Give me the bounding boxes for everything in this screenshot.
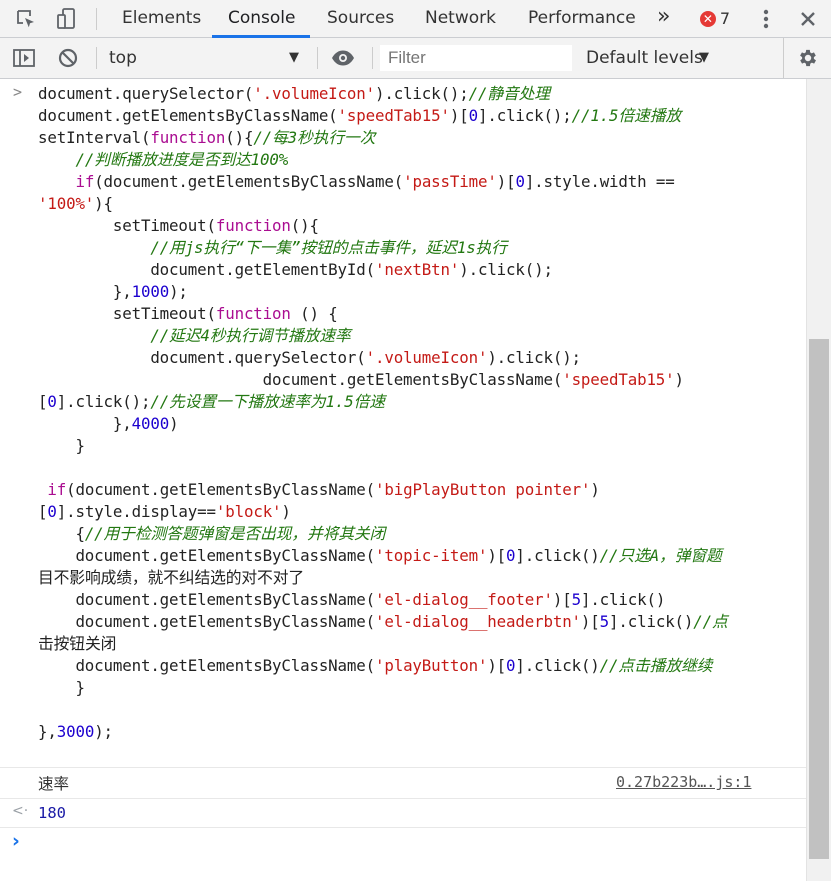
code-line: document.querySelector('.volumeIcon').cl… (38, 84, 550, 103)
tab-network[interactable]: Network (425, 0, 496, 37)
clear-console-icon[interactable] (54, 38, 82, 78)
filter-input[interactable] (380, 45, 572, 71)
tab-elements[interactable]: Elements (122, 0, 201, 37)
code-line: document.getElementsByClassName('speedTa… (38, 370, 684, 389)
log-message: 速率 (38, 775, 70, 793)
more-options-icon[interactable] (752, 0, 780, 37)
error-icon: ✕ (699, 10, 716, 27)
code-line: //用js执行“下一集”按钮的点击事件，延迟1s执行 (150, 238, 507, 257)
device-toolbar-icon[interactable] (50, 0, 82, 37)
tab-sources[interactable]: Sources (327, 0, 394, 37)
code-line: } (38, 678, 85, 697)
log-source-link[interactable]: 0.27b223b….js:1 (616, 773, 751, 791)
chevron-down-icon: ▼ (699, 50, 709, 65)
code-line: document.getElementsByClassName('topic-i… (38, 546, 722, 565)
code-line: 击按钮关闭 (38, 634, 117, 653)
console-prompt-row[interactable]: › (0, 828, 806, 858)
code-line: {//用于检测答题弹窗是否出现，并将其关闭 (38, 524, 386, 543)
inspect-element-icon[interactable] (10, 0, 42, 37)
console-settings-gear-icon[interactable] (794, 38, 822, 78)
code-input-entry[interactable]: document.querySelector('.volumeIcon').cl… (38, 83, 728, 743)
code-line: '100%'){ (38, 194, 113, 213)
tab-performance[interactable]: Performance (528, 0, 636, 37)
show-sidebar-icon[interactable] (10, 38, 38, 78)
code-line: document.getElementsByClassName('el-dial… (38, 612, 728, 631)
devtools-tab-bar: Elements Console Sources Network Perform… (0, 0, 831, 38)
live-expression-eye-icon[interactable] (328, 38, 358, 78)
console-scrollbar[interactable] (806, 79, 831, 881)
code-line: document.getElementsByClassName('playBut… (38, 656, 713, 675)
code-line: setTimeout(function () { (38, 304, 338, 323)
log-levels-dropdown[interactable]: Default levels ▼ (586, 38, 726, 78)
code-line: if(document.getElementsByClassName('pass… (75, 172, 675, 191)
code-line: //延迟4秒执行调节播放速率 (150, 326, 351, 345)
result-row: <· 180 (0, 799, 806, 827)
code-line: if(document.getElementsByClassName('bigP… (47, 480, 600, 499)
dropdown-arrow-icon: ▼ (289, 50, 299, 65)
code-line: 目不影响成绩，就不纠结选的对不对了 (38, 568, 304, 587)
code-line: setInterval(function(){//每3秒执行一次 (38, 128, 376, 147)
log-message-row: 速率 0.27b223b….js:1 (0, 768, 806, 798)
prompt-chevron-icon: › (12, 830, 20, 852)
error-counter[interactable]: ✕ 7 (696, 0, 734, 37)
console-toolbar: top ▼ Default levels ▼ (0, 38, 831, 79)
console-output[interactable]: > document.querySelector('.volumeIcon').… (0, 79, 806, 881)
context-selector[interactable]: top ▼ (109, 38, 309, 78)
close-devtools-icon[interactable] (792, 0, 824, 37)
result-arrow-icon: <· (12, 803, 29, 819)
input-prompt-chevron-icon: > (13, 83, 23, 101)
code-line: //判断播放进度是否到达100% (75, 150, 289, 169)
context-value: top (109, 48, 137, 68)
code-line: setTimeout(function(){ (38, 216, 319, 235)
log-levels-label: Default levels (586, 48, 703, 68)
code-line: document.getElementsByClassName('speedTa… (38, 106, 681, 125)
error-count: 7 (719, 9, 731, 28)
code-line: document.getElementsByClassName('el-dial… (38, 590, 666, 609)
code-line: },3000); (38, 722, 113, 741)
code-line: document.getElementById('nextBtn').click… (38, 260, 553, 279)
code-line: [0].style.display=='block') (38, 502, 291, 521)
tab-console[interactable]: Console (228, 0, 296, 37)
scrollbar-thumb[interactable] (809, 339, 829, 859)
code-line: document.querySelector('.volumeIcon').cl… (38, 348, 581, 367)
code-line: },4000) (38, 414, 179, 433)
more-tabs-button[interactable]: » (657, 0, 670, 37)
result-value: 180 (38, 804, 66, 822)
code-line: },1000); (38, 282, 188, 301)
code-line: [0].click();//先设置一下播放速率为1.5倍速 (38, 392, 385, 411)
code-line: } (38, 436, 85, 455)
